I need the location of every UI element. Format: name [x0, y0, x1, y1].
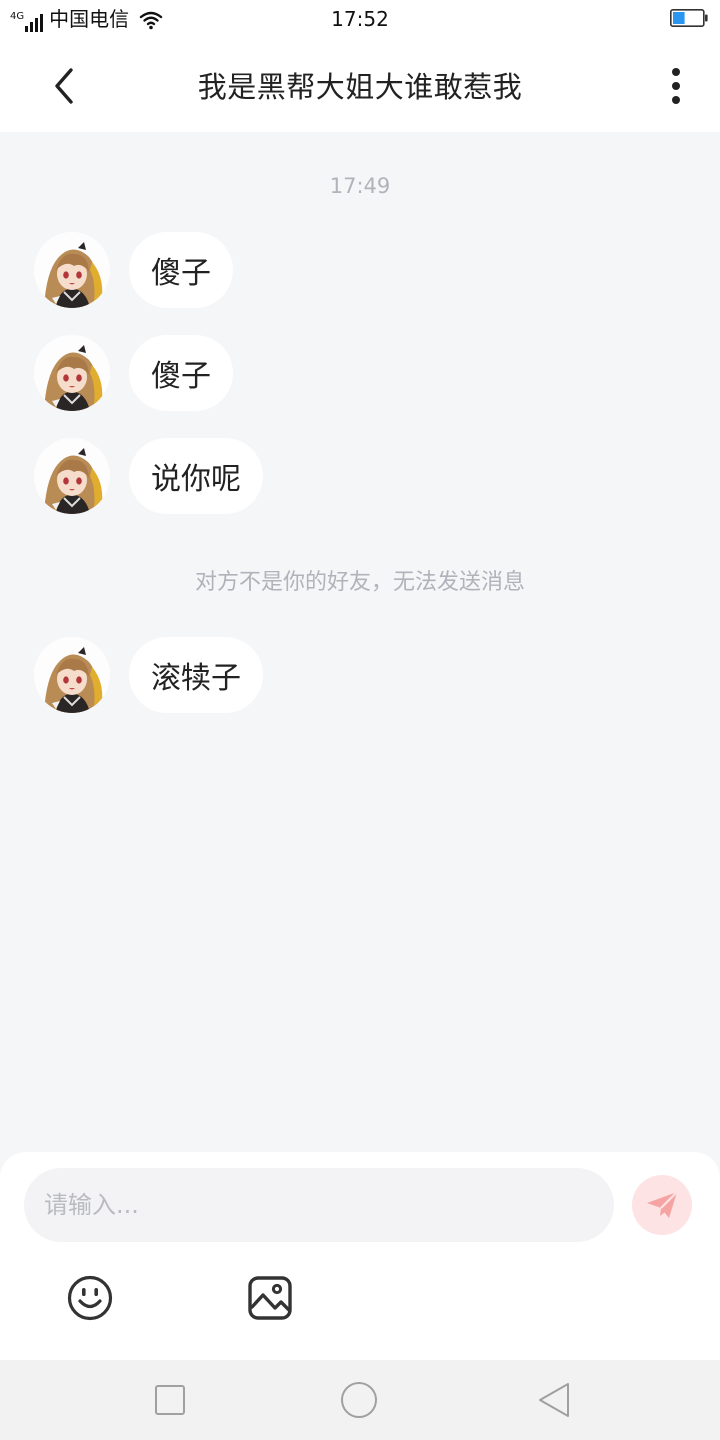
- message-input[interactable]: [24, 1168, 614, 1242]
- battery-icon: [670, 9, 708, 27]
- avatar[interactable]: [34, 335, 110, 411]
- avatar-image: [34, 232, 110, 308]
- chevron-left-icon: [55, 68, 73, 104]
- square-icon[interactable]: [154, 1384, 186, 1416]
- back-button[interactable]: [40, 62, 88, 110]
- status-bar: 4G 中国电信 17:52: [0, 0, 720, 38]
- more-vertical-icon-dot: [672, 82, 680, 90]
- input-panel: [0, 1152, 720, 1360]
- message-timestamp: 17:49: [329, 174, 391, 198]
- message-bubble[interactable]: 说你呢: [129, 438, 263, 514]
- message-row: 说你呢: [34, 438, 263, 514]
- triangle-back-icon[interactable]: [536, 1382, 572, 1418]
- smiley-icon[interactable]: [66, 1274, 114, 1322]
- message-list[interactable]: 17:49 傻子 傻子 说你呢 对方不是你的好友，无法发送消息 滚犊子: [0, 132, 720, 1152]
- avatar-image: [34, 438, 110, 514]
- chat-title: 我是黑帮大姐大谁敢惹我: [197, 70, 523, 104]
- circle-icon[interactable]: [340, 1381, 378, 1419]
- avatar-image: [34, 335, 110, 411]
- image-icon[interactable]: [246, 1274, 294, 1322]
- more-vertical-icon-dot: [672, 68, 680, 76]
- avatar[interactable]: [34, 232, 110, 308]
- avatar-image: [34, 637, 110, 713]
- more-vertical-icon-dot: [672, 96, 680, 104]
- paper-plane-icon: [647, 1191, 678, 1218]
- message-bubble[interactable]: 滚犊子: [129, 637, 263, 713]
- send-button[interactable]: [632, 1175, 692, 1235]
- chat-screen: 4G 中国电信 17:52 我是黑帮大姐大谁敢惹我 17:49 傻子 傻子 说你…: [0, 0, 720, 1440]
- message-bubble[interactable]: 傻子: [129, 232, 233, 308]
- system-nav-bar: [0, 1360, 720, 1440]
- message-row: 滚犊子: [34, 637, 263, 713]
- clock: 17:52: [331, 7, 389, 31]
- more-options-button[interactable]: [652, 60, 700, 112]
- message-row: 傻子: [34, 335, 233, 411]
- system-notice: 对方不是你的好友，无法发送消息: [194, 570, 525, 595]
- message-bubble[interactable]: 傻子: [129, 335, 233, 411]
- avatar[interactable]: [34, 438, 110, 514]
- chat-header: 我是黑帮大姐大谁敢惹我: [0, 38, 720, 132]
- avatar[interactable]: [34, 637, 110, 713]
- message-row: 傻子: [34, 232, 233, 308]
